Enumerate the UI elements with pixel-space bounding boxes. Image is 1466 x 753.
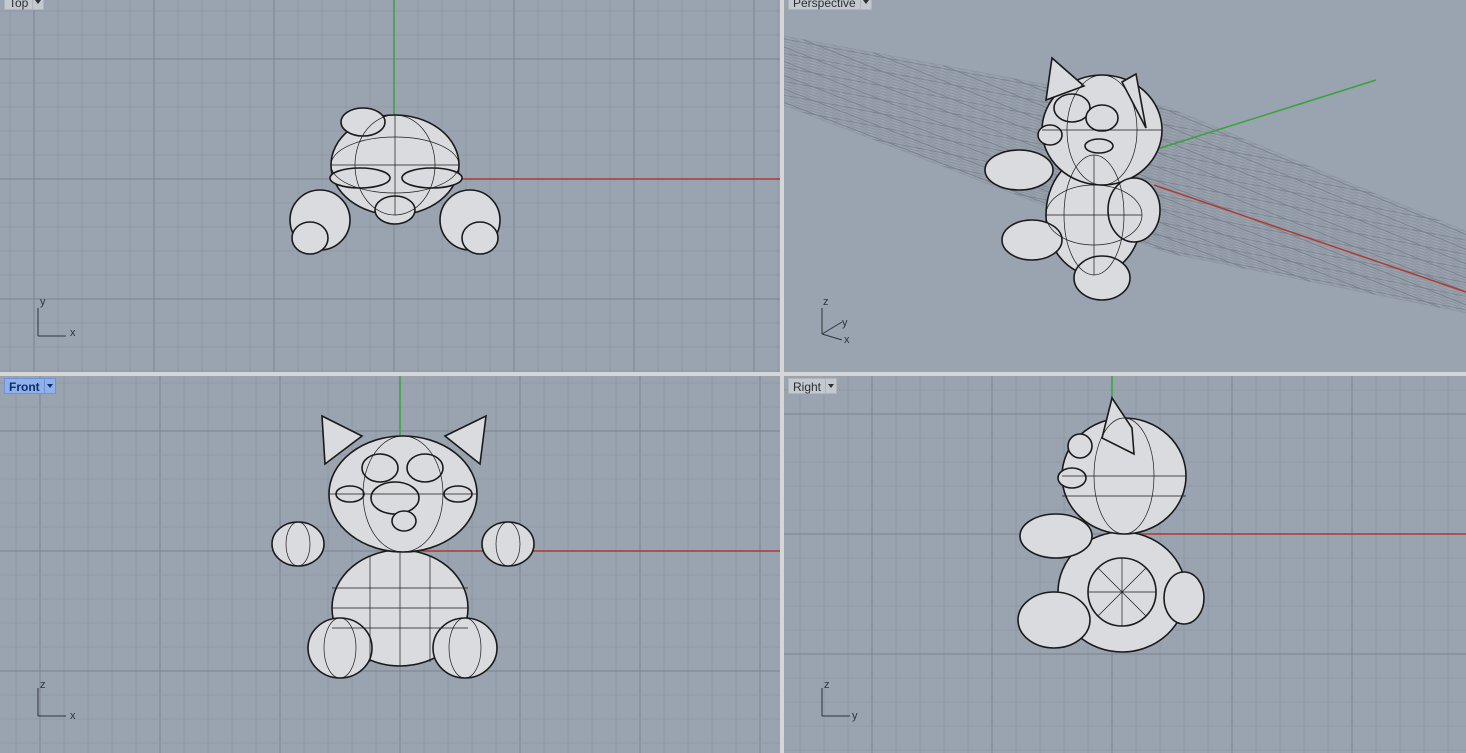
svg-text:z: z (824, 679, 830, 691)
right-axis-widget: z y (821, 679, 858, 722)
viewport-right[interactable]: z y Right (784, 376, 1466, 753)
viewport-title-front[interactable]: Front (4, 378, 56, 394)
svg-text:y: y (40, 296, 46, 308)
viewport-front[interactable]: z x Front (0, 376, 780, 753)
svg-text:x: x (70, 327, 76, 339)
viewport-title-label[interactable]: Right (788, 378, 826, 394)
svg-text:x: x (844, 334, 850, 346)
bear-model-top (289, 107, 501, 255)
svg-text:y: y (842, 317, 848, 329)
viewport-title-label[interactable]: Perspective (788, 0, 860, 10)
viewport-title-label[interactable]: Front (4, 378, 44, 394)
right-scene: z y (784, 376, 1466, 753)
perspective-y-axis (1153, 79, 1377, 151)
svg-text:z: z (823, 296, 829, 308)
chevron-down-icon[interactable] (43, 378, 56, 394)
bear-model-right (1017, 396, 1205, 653)
chevron-down-icon[interactable] (825, 378, 838, 394)
top-axis-widget: y x (37, 296, 76, 339)
viewport-title-perspective[interactable]: Perspective (788, 0, 872, 10)
viewport-title-top[interactable]: Top (4, 0, 45, 10)
perspective-axis-widget: z y x (821, 296, 850, 346)
front-axis-widget: z x (37, 679, 76, 722)
viewport-perspective[interactable]: z y x Perspective (784, 0, 1466, 372)
svg-text:x: x (70, 710, 76, 722)
front-scene: z x (0, 376, 780, 753)
svg-text:y: y (852, 710, 858, 722)
viewport-title-label[interactable]: Top (4, 0, 33, 10)
perspective-scene: z y x (784, 35, 1466, 346)
viewport-title-right[interactable]: Right (788, 378, 838, 394)
viewport-top[interactable]: y x Top (0, 0, 780, 372)
svg-text:z: z (40, 679, 46, 691)
bear-model-perspective (984, 56, 1163, 301)
chevron-down-icon[interactable] (859, 0, 872, 10)
top-scene: y x (0, 0, 780, 372)
chevron-down-icon[interactable] (32, 0, 45, 10)
